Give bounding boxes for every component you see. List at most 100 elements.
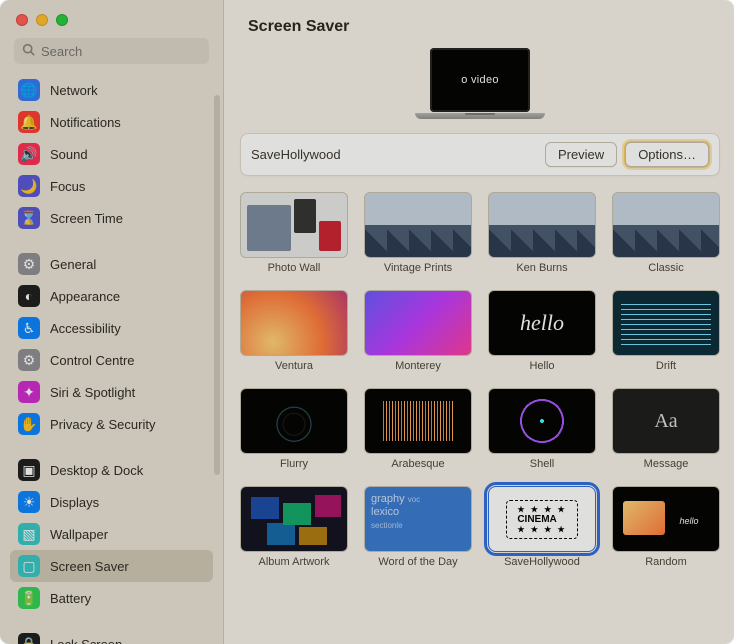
saver-caption: Vintage Prints [384,262,452,274]
screen-saver-icon: ▢ [18,555,40,577]
minimize-window-button[interactable] [36,14,48,26]
lock-screen-icon: 🔒 [18,633,40,644]
saver-thumbnail [240,192,348,258]
window-controls [0,0,223,34]
sidebar-scrollbar[interactable] [214,95,220,475]
sidebar-item-lock-screen[interactable]: 🔒 Lock Screen [10,628,213,644]
sidebar-item-desktop-dock[interactable]: ▣Desktop & Dock [10,454,213,486]
saver-ventura[interactable]: Ventura [236,286,352,376]
saver-caption: Ventura [275,360,313,372]
sidebar-item-network[interactable]: 🌐Network [10,74,213,106]
preview-text: o video [461,74,499,86]
saver-album-artwork[interactable]: Album Artwork [236,482,352,572]
saver-thumbnail: CINEMA [488,486,596,552]
options-button[interactable]: Options… [625,142,709,167]
sidebar-item-sound[interactable]: 🔊 Sound [10,138,213,170]
screensaver-preview: o video [224,42,734,123]
saver-drift[interactable]: Drift [608,286,724,376]
sidebar-item-label: Wallpaper [50,527,108,542]
saver-thumbnail [612,486,720,552]
sidebar-item-siri-spotlight[interactable]: ✦Siri & Spotlight [10,376,213,408]
saver-grid: Photo Wall Vintage Prints Ken Burns Classic… [236,188,724,572]
privacy-security-icon: ✋ [18,413,40,435]
saver-caption: Hello [529,360,554,372]
desktop-dock-icon: ▣ [18,459,40,481]
saver-thumbnail [240,486,348,552]
zoom-window-button[interactable] [56,14,68,26]
sidebar-item-label: Lock Screen [50,637,122,644]
close-window-button[interactable] [16,14,28,26]
preview-button[interactable]: Preview [545,142,617,167]
settings-window: 🌐Network🔔Notifications 🔊 Sound 🌙Focus ⌛ Scree… [0,0,734,644]
sidebar-item-label: Siri & Spotlight [50,385,135,400]
saver-thumbnail [364,290,472,356]
saver-monterey[interactable]: Monterey [360,286,476,376]
saver-grid-scroll[interactable]: Photo Wall Vintage Prints Ken Burns Classic… [224,184,734,644]
saver-caption: Classic [648,262,683,274]
screen-time-icon: ⌛ [18,207,40,229]
appearance-icon: ◐ [18,285,40,307]
laptop-preview: o video [415,48,545,119]
saver-classic[interactable]: Classic [608,188,724,278]
general-icon: ⚙︎ [18,253,40,275]
sidebar-item-accessibility[interactable]: ♿︎Accessibility [10,312,213,344]
sidebar-item-label: Sound [50,147,88,162]
sidebar-item-label: Notifications [50,115,121,130]
saver-caption: Photo Wall [268,262,321,274]
search-icon [22,43,35,59]
network-icon: 🌐 [18,79,40,101]
sidebar-item-label: Displays [50,495,99,510]
content-pane: Screen Saver o video SaveHollywood Previ… [224,0,734,644]
sidebar-item-focus[interactable]: 🌙Focus [10,170,213,202]
sidebar-item-label: Focus [50,179,85,194]
saver-thumbnail [240,388,348,454]
saver-caption: Shell [530,458,554,470]
sidebar-item-label: Screen Time [50,211,123,226]
sidebar-item-control-centre[interactable]: ⚙Control Centre [10,344,213,376]
sidebar-item-battery[interactable]: 🔋Battery [10,582,213,614]
search-input[interactable] [41,44,217,59]
search-field[interactable] [14,38,209,64]
battery-icon: 🔋 [18,587,40,609]
saver-random[interactable]: Random [608,482,724,572]
saver-thumbnail [488,192,596,258]
wallpaper-icon: ▧ [18,523,40,545]
saver-caption: Arabesque [391,458,444,470]
saver-ken-burns[interactable]: Ken Burns [484,188,600,278]
saver-message[interactable]: AaMessage [608,384,724,474]
sidebar-item-displays[interactable]: ☀︎Displays [10,486,213,518]
saver-caption: Monterey [395,360,441,372]
saver-arabesque[interactable]: Arabesque [360,384,476,474]
sidebar-item-appearance[interactable]: ◐Appearance [10,280,213,312]
saver-caption: Album Artwork [259,556,330,568]
saver-thumbnail [364,192,472,258]
saver-thumbnail [240,290,348,356]
sidebar-item-wallpaper[interactable]: ▧ Wallpaper [10,518,213,550]
laptop-base [415,113,545,119]
saver-flurry[interactable]: Flurry [236,384,352,474]
sidebar-item-screen-saver[interactable]: ▢Screen Saver [10,550,213,582]
saver-caption: Word of the Day [378,556,457,568]
sidebar-item-screen-time[interactable]: ⌛ Screen Time [10,202,213,234]
sidebar-item-privacy-security[interactable]: ✋Privacy & Security [10,408,213,440]
control-centre-icon: ⚙ [18,349,40,371]
saver-caption: Ken Burns [516,262,567,274]
saver-vintage-prints[interactable]: Vintage Prints [360,188,476,278]
saver-caption: Flurry [280,458,308,470]
saver-caption: Drift [656,360,676,372]
saver-photo-wall[interactable]: Photo Wall [236,188,352,278]
saver-thumbnail: hello [488,290,596,356]
saver-info-row: SaveHollywood Preview Options… [240,133,720,176]
sidebar-item-general[interactable]: ⚙︎ General [10,248,213,280]
sidebar-item-label: Accessibility [50,321,121,336]
saver-word-of-the-day[interactable]: graphy voclexicosectionle Word of the Day [360,482,476,572]
saver-shell[interactable]: Shell [484,384,600,474]
saver-caption: Random [645,556,687,568]
sidebar-item-label: General [50,257,96,272]
saver-thumbnail: graphy voclexicosectionle [364,486,472,552]
saver-savehollywood[interactable]: CINEMASaveHollywood [484,482,600,572]
sidebar-item-notifications[interactable]: 🔔Notifications [10,106,213,138]
sound-icon: 🔊 [18,143,40,165]
sidebar: 🌐Network🔔Notifications 🔊 Sound 🌙Focus ⌛ Scree… [0,0,224,644]
saver-hello[interactable]: hello Hello [484,286,600,376]
